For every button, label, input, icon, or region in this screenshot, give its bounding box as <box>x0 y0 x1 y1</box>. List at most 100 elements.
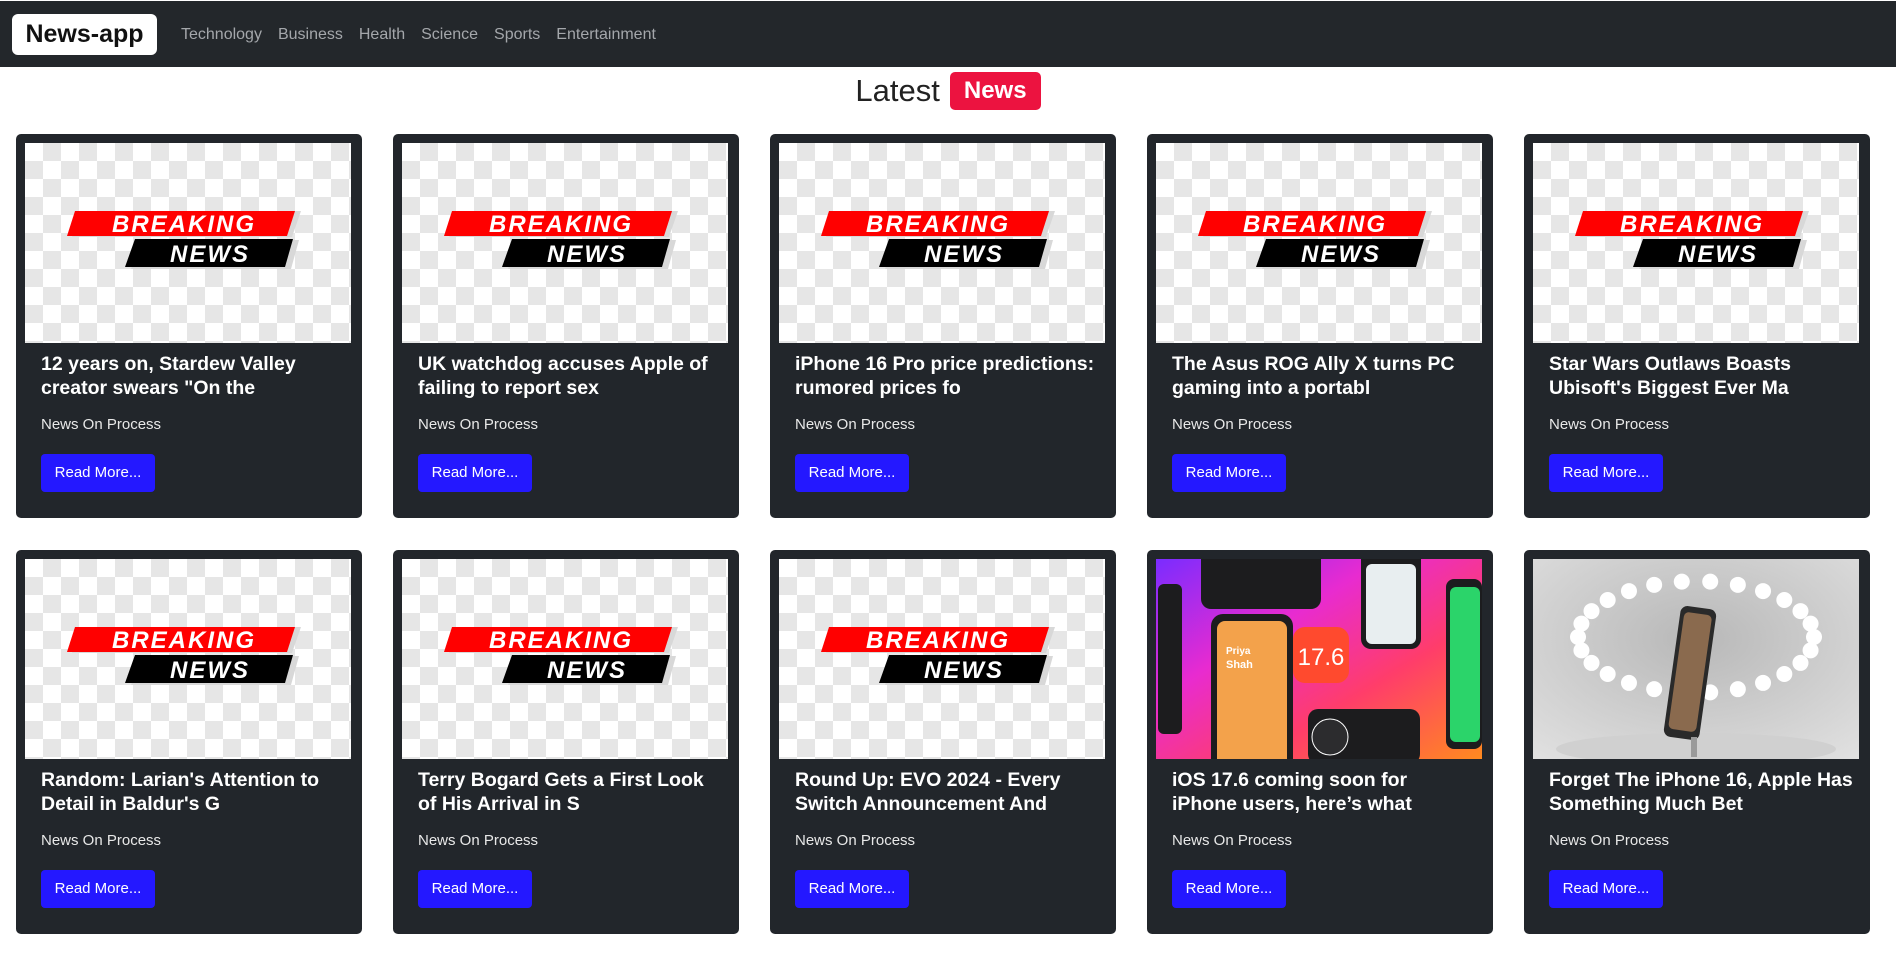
ceiling-light <box>1573 642 1590 659</box>
card-source: News On Process <box>795 416 916 433</box>
ceiling-light <box>1755 583 1772 600</box>
heading-badge: News <box>949 72 1041 110</box>
phone-screen <box>1217 621 1287 759</box>
ceiling-light <box>1646 681 1663 698</box>
news-card: BREAKING NEWS UK watchdog accuses Apple of… <box>393 134 739 518</box>
breaking-text: BREAKING <box>112 627 256 654</box>
breaking-news-graphic: BREAKING NEWS <box>821 211 1055 269</box>
card-title: Round Up: EVO 2024 - Every Switch Announ… <box>795 769 1061 815</box>
read-more-button[interactable]: Read More... <box>41 870 155 908</box>
breaking-text: BREAKING <box>112 211 256 238</box>
card-image <box>1533 559 1859 759</box>
news-card: BREAKING NEWS iPhone 16 Pro price predicti… <box>770 134 1116 518</box>
read-more-button[interactable]: Read More... <box>418 454 532 492</box>
card-title: Star Wars Outlaws Boasts Ubisoft's Bigge… <box>1549 353 1792 399</box>
card-source: News On Process <box>41 832 162 849</box>
contact-first-name: Priya <box>1226 646 1251 657</box>
contact-last-name: Shah <box>1226 659 1253 671</box>
card-title: The Asus ROG Ally X turns PC gaming into… <box>1172 353 1455 399</box>
ceiling-light <box>1792 603 1809 620</box>
card-source: News On Process <box>418 416 539 433</box>
news-text: NEWS <box>1678 241 1758 268</box>
nav-links: Technology Business Health Science Sport… <box>181 1 672 68</box>
nav-link-technology[interactable]: Technology <box>181 26 262 44</box>
card-image: BREAKING NEWS <box>1533 143 1859 343</box>
ceiling-light <box>1599 666 1616 683</box>
card-title: UK watchdog accuses Apple of failing to … <box>418 353 708 399</box>
card-source: News On Process <box>1172 416 1293 433</box>
card-source: News On Process <box>1549 416 1670 433</box>
news-card: BREAKING NEWS The Asus ROG Ally X turns PC… <box>1147 134 1493 518</box>
news-text: NEWS <box>924 657 1004 684</box>
card-title: Forget The iPhone 16, Apple Has Somethin… <box>1549 769 1853 815</box>
phone-right-screen <box>1366 564 1416 644</box>
news-card: BREAKING NEWS 12 years on, Stardew Valley … <box>16 134 362 518</box>
navbar: News-app Technology Business Health Scie… <box>0 0 1896 67</box>
card-image: BREAKING NEWS <box>779 559 1105 759</box>
news-card: BREAKING NEWS Terry Bogard Gets a First Lo… <box>393 550 739 934</box>
ceiling-light <box>1570 629 1586 645</box>
clock-face <box>1311 718 1349 756</box>
iphone-display-graphic <box>1533 559 1859 759</box>
ios-promo-graphic: Priya Shah 17.6 <box>1156 559 1482 759</box>
news-text: NEWS <box>547 657 627 684</box>
phone-far-right-screen <box>1450 587 1480 742</box>
nav-link-business[interactable]: Business <box>278 26 343 44</box>
card-title: iPhone 16 Pro price predictions: rumored… <box>795 353 1095 399</box>
breaking-news-graphic: BREAKING NEWS <box>821 627 1055 685</box>
card-image: BREAKING NEWS <box>1156 143 1482 343</box>
nav-link-entertainment[interactable]: Entertainment <box>556 26 656 44</box>
ceiling-light <box>1802 615 1819 632</box>
breaking-text: BREAKING <box>1243 211 1387 238</box>
breaking-text: BREAKING <box>866 627 1010 654</box>
breaking-text: BREAKING <box>489 211 633 238</box>
card-source: News On Process <box>795 832 916 849</box>
card-title: Terry Bogard Gets a First Look of His Ar… <box>418 769 704 815</box>
ceiling-light <box>1702 573 1719 590</box>
breaking-news-graphic: BREAKING NEWS <box>1575 211 1809 269</box>
card-image: BREAKING NEWS <box>402 143 728 343</box>
card-image: BREAKING NEWS <box>402 559 728 759</box>
read-more-button[interactable]: Read More... <box>1549 454 1663 492</box>
ceiling-light <box>1646 576 1663 593</box>
breaking-news-graphic: BREAKING NEWS <box>67 627 301 685</box>
news-text: NEWS <box>170 241 250 268</box>
card-title: iOS 17.6 coming soon for iPhone users, h… <box>1172 769 1412 815</box>
ceiling-light <box>1583 603 1600 620</box>
read-more-button[interactable]: Read More... <box>1549 870 1663 908</box>
page-heading: Latest News <box>0 68 1896 114</box>
ceiling-light <box>1599 591 1616 608</box>
read-more-button[interactable]: Read More... <box>795 454 909 492</box>
breaking-news-graphic: BREAKING NEWS <box>444 627 678 685</box>
news-card: BREAKING NEWS Random: Larian's Attention t… <box>16 550 362 934</box>
read-more-button[interactable]: Read More... <box>795 870 909 908</box>
card-image: BREAKING NEWS <box>779 143 1105 343</box>
ceiling-light <box>1729 576 1746 593</box>
read-more-button[interactable]: Read More... <box>1172 870 1286 908</box>
ceiling-light <box>1729 681 1746 698</box>
ceiling-light <box>1573 615 1590 632</box>
breaking-news-graphic: BREAKING NEWS <box>1198 211 1432 269</box>
breaking-text: BREAKING <box>1620 211 1764 238</box>
phone-top <box>1201 559 1321 609</box>
breaking-text: BREAKING <box>489 627 633 654</box>
read-more-button[interactable]: Read More... <box>1172 454 1286 492</box>
nav-link-science[interactable]: Science <box>421 26 478 44</box>
news-card: BREAKING NEWS Star Wars Outlaws Boasts Ubi… <box>1524 134 1870 518</box>
news-card: BREAKING NEWS Round Up: EVO 2024 - Every S… <box>770 550 1116 934</box>
breaking-news-graphic: BREAKING NEWS <box>67 211 301 269</box>
nav-link-sports[interactable]: Sports <box>494 26 540 44</box>
read-more-button[interactable]: Read More... <box>41 454 155 492</box>
brand-logo[interactable]: News-app <box>12 14 157 55</box>
ceiling-light <box>1802 642 1819 659</box>
nav-link-health[interactable]: Health <box>359 26 405 44</box>
news-text: NEWS <box>170 657 250 684</box>
ceiling-light <box>1620 674 1637 691</box>
card-image: BREAKING NEWS <box>25 143 351 343</box>
ceiling-light <box>1755 674 1772 691</box>
breaking-news-graphic: BREAKING NEWS <box>444 211 678 269</box>
news-text: NEWS <box>1301 241 1381 268</box>
ceiling-light <box>1673 573 1690 590</box>
card-image: Priya Shah 17.6 <box>1156 559 1482 759</box>
read-more-button[interactable]: Read More... <box>418 870 532 908</box>
